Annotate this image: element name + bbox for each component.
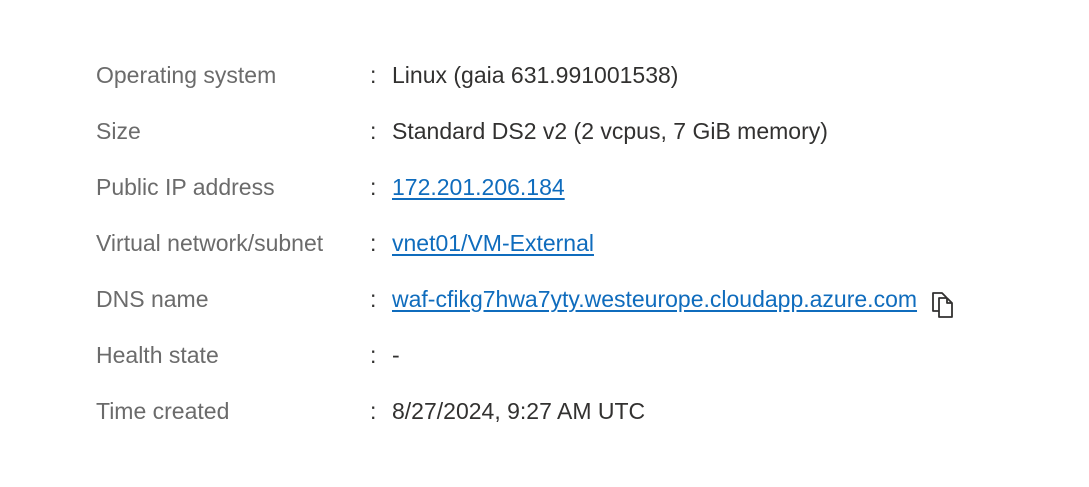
property-separator: : xyxy=(370,174,377,200)
vm-properties-panel: Operating system : Linux (gaia 631.99100… xyxy=(96,47,1056,439)
property-separator: : xyxy=(370,62,377,88)
property-separator: : xyxy=(370,230,377,256)
property-separator: : xyxy=(370,342,377,368)
operating-system-value: Linux (gaia 631.991001538) xyxy=(392,47,678,103)
property-row-dns-name: DNS name : waf-cfikg7hwa7yty.westeurope.… xyxy=(96,271,1056,327)
property-value: Linux (gaia 631.991001538) xyxy=(392,62,679,88)
size-value: Standard DS2 v2 (2 vcpus, 7 GiB memory) xyxy=(392,103,828,159)
virtual-network-link[interactable]: vnet01/VM-External xyxy=(392,215,594,271)
time-created-value: 8/27/2024, 9:27 AM UTC xyxy=(392,383,645,439)
health-state-value: - xyxy=(392,327,400,383)
property-row-public-ip: Public IP address : 172.201.206.184 xyxy=(96,159,1056,215)
property-label: Virtual network/subnet xyxy=(96,230,324,256)
property-separator: : xyxy=(370,286,377,312)
property-label: Time created xyxy=(96,398,230,424)
property-label: Size xyxy=(96,118,141,144)
virtual-network-value: vnet01/VM-External xyxy=(392,215,594,271)
property-row-time-created: Time created : 8/27/2024, 9:27 AM UTC xyxy=(96,383,1056,439)
property-row-size: Size : Standard DS2 v2 (2 vcpus, 7 GiB m… xyxy=(96,103,1056,159)
public-ip-value: 172.201.206.184 xyxy=(392,159,565,215)
property-separator: : xyxy=(370,118,377,144)
dns-name-link[interactable]: waf-cfikg7hwa7yty.westeurope.cloudapp.az… xyxy=(392,271,917,327)
property-label: Operating system xyxy=(96,62,277,88)
public-ip-link[interactable]: 172.201.206.184 xyxy=(392,159,565,215)
property-row-health-state: Health state : - xyxy=(96,327,1056,383)
property-label: DNS name xyxy=(96,286,209,312)
property-separator: : xyxy=(370,398,377,424)
property-value: - xyxy=(392,342,400,368)
property-row-operating-system: Operating system : Linux (gaia 631.99100… xyxy=(96,47,1056,103)
dns-name-value: waf-cfikg7hwa7yty.westeurope.cloudapp.az… xyxy=(392,271,957,327)
property-value: Standard DS2 v2 (2 vcpus, 7 GiB memory) xyxy=(392,118,828,144)
property-value: 8/27/2024, 9:27 AM UTC xyxy=(392,398,646,424)
copy-icon[interactable] xyxy=(929,283,957,318)
property-row-virtual-network: Virtual network/subnet : vnet01/VM-Exter… xyxy=(96,215,1056,271)
property-label: Public IP address xyxy=(96,174,275,200)
property-label: Health state xyxy=(96,342,219,368)
